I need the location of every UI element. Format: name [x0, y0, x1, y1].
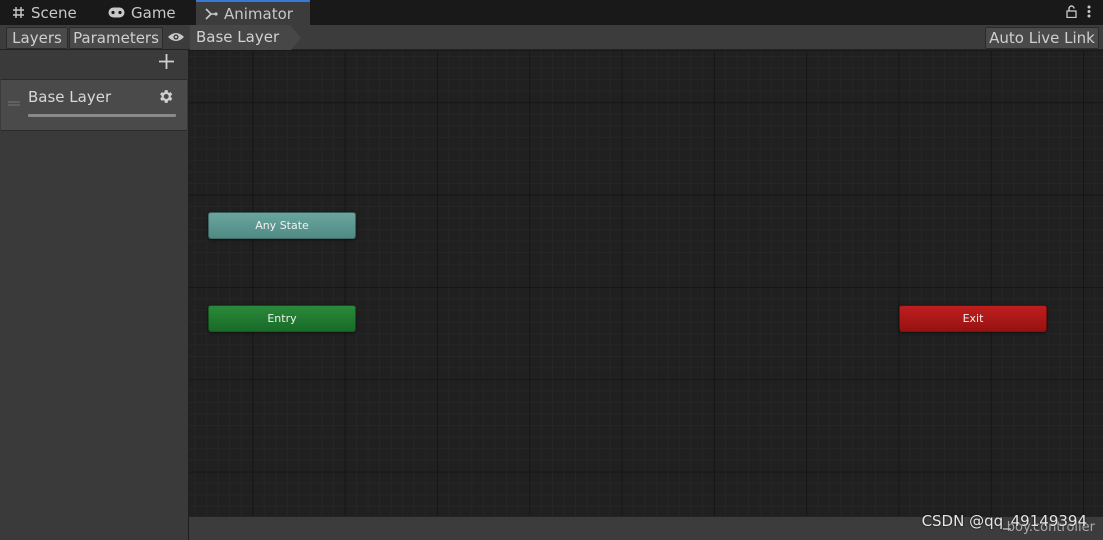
breadcrumb[interactable]: Base Layer	[190, 25, 302, 50]
parameters-tab-button[interactable]: Parameters	[69, 27, 163, 49]
breadcrumb-arrow	[291, 25, 302, 50]
add-layer-button[interactable]	[159, 54, 174, 73]
layer-weight-slider[interactable]	[28, 114, 176, 117]
tab-scene[interactable]: Scene	[12, 0, 77, 25]
layer-name: Base Layer	[28, 88, 112, 106]
grid-icon	[12, 6, 25, 19]
lock-icon[interactable]	[1066, 3, 1077, 22]
tab-animator-label: Animator	[224, 4, 293, 23]
eye-icon	[167, 29, 185, 47]
tab-game[interactable]: Game	[108, 0, 176, 25]
any-state-node[interactable]: Any State	[208, 212, 356, 239]
window-controls	[1066, 3, 1091, 22]
drag-handle-icon[interactable]	[8, 91, 20, 110]
animator-icon	[205, 7, 218, 20]
tab-scene-label: Scene	[31, 3, 77, 22]
layers-tab-button[interactable]: Layers	[6, 27, 68, 49]
eye-toggle-button[interactable]	[164, 27, 188, 49]
watermark: CSDN @qq_49149394	[921, 512, 1087, 530]
tab-game-label: Game	[131, 3, 176, 22]
more-options-icon[interactable]	[1087, 3, 1091, 22]
exit-node[interactable]: Exit	[899, 305, 1047, 332]
layers-panel: Base Layer	[0, 50, 189, 540]
layer-item[interactable]: Base Layer	[1, 79, 187, 131]
animator-toolbar: Layers Parameters Base Layer Auto Live L…	[0, 25, 1103, 50]
state-machine-graph[interactable]: Any State Entry Exit	[189, 51, 1103, 516]
plus-icon	[159, 54, 174, 73]
breadcrumb-base-layer[interactable]: Base Layer	[190, 25, 292, 50]
window-tab-bar: Scene Game Animator	[0, 0, 1103, 25]
auto-live-link-button[interactable]: Auto Live Link	[985, 27, 1099, 49]
gamepad-icon	[108, 7, 125, 18]
gear-icon[interactable]	[157, 88, 174, 109]
entry-node[interactable]: Entry	[208, 305, 356, 332]
tab-animator[interactable]: Animator	[196, 0, 310, 25]
